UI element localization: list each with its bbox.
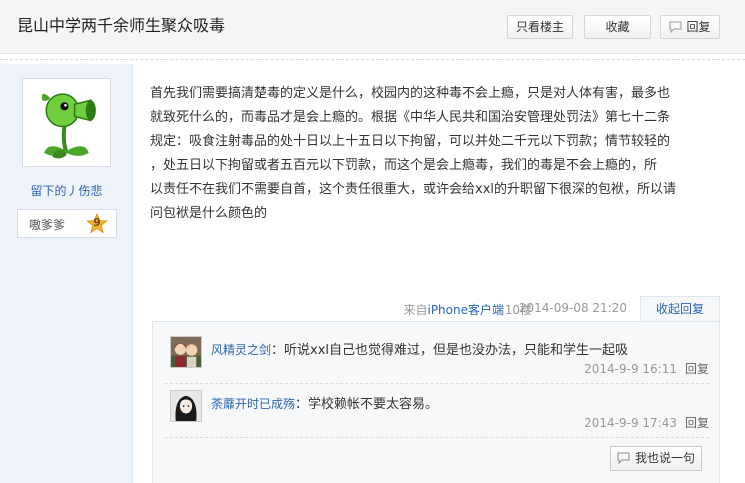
- reply-button-label: 回复: [686, 20, 711, 34]
- speech-bubble-icon: [617, 449, 630, 472]
- reply-button[interactable]: 回复: [660, 15, 720, 39]
- member-badge-label: 嗷爹爹: [29, 218, 66, 232]
- commenter-avatar[interactable]: [170, 390, 202, 422]
- speech-bubble-icon: [669, 18, 682, 40]
- post-tail: 来自iPhone客户端 10楼 2014-09-08 21:20 收起回复: [150, 296, 720, 322]
- level-star-icon: 9: [86, 212, 108, 235]
- post-line: 首先我们需要搞清楚毒的定义是什么，校园内的这种毒不会上瘾，只是对人体有害，最多也: [150, 86, 671, 101]
- comment-colon: ：: [295, 397, 309, 412]
- comment-time: 2014-9-9 17:43: [584, 416, 677, 430]
- post-line: 规定：吸食注射毒品的处十日以上十五日以下拘留，可以并处二千元以下罚款；情节较轻的: [150, 134, 671, 149]
- say-something-label: 我也说一句: [634, 451, 695, 465]
- post-line: 就致死什么的，而毒品才是会上瘾的。根据《中华人民共和国治安管理处罚法》第七十二条: [150, 110, 671, 125]
- anime-characters-avatar-image: [171, 337, 201, 367]
- comment-body: 听说xxl自己也觉得难过，但是也没办法，只能和学生一起吸: [284, 343, 629, 358]
- level-number: 9: [93, 216, 101, 229]
- post-source-prefix: 来自: [403, 303, 428, 317]
- author-panel: 留下的丿伤悲 嗷爹爹 9: [0, 64, 133, 483]
- comment-meta: 2014-9-9 16:11 回复: [584, 360, 709, 377]
- post-line: 问包袱是什么颜色的: [150, 206, 268, 221]
- thread-title: 昆山中学两千余师生聚众吸毒: [17, 16, 226, 35]
- iphone-client-link[interactable]: iPhone客户端: [427, 303, 504, 317]
- comment-item: 荼蘼开时已成殇：学校赖帐不要太容易。 2014-9-9 17:43 回复: [165, 388, 709, 438]
- comment-colon: ：: [271, 343, 285, 358]
- comment-reply-link[interactable]: 回复: [685, 416, 709, 430]
- post-line: ，处五日以下拘留或者五百元以下罚款，而这个是会上瘾毒，我们的毒是不会上瘾的，所: [150, 158, 658, 173]
- post-source: 来自iPhone客户端: [403, 301, 504, 318]
- collapse-replies-button[interactable]: 收起回复: [640, 296, 720, 322]
- commenter-name[interactable]: 荼蘼开时已成殇: [211, 397, 295, 411]
- peashooter-avatar-image: [26, 82, 107, 163]
- only-author-button[interactable]: 只看楼主: [507, 15, 573, 39]
- reply-box: 风精灵之剑：听说xxl自己也觉得难过，但是也没办法，只能和学生一起吸 2014-…: [152, 321, 720, 483]
- post-line: 以责任不在我们不需要自首，这个责任很重大，或许会给xxl的升职留下很深的包袱，所…: [150, 182, 676, 197]
- commenter-name[interactable]: 风精灵之剑: [211, 343, 271, 357]
- comment-text: 荼蘼开时已成殇：学校赖帐不要太容易。: [211, 393, 438, 412]
- post-time: 2014-09-08 21:20: [518, 301, 627, 315]
- comment-meta: 2014-9-9 17:43 回复: [584, 414, 709, 431]
- author-name[interactable]: 留下的丿伤悲: [0, 182, 133, 199]
- comment-time: 2014-9-9 16:11: [584, 362, 677, 376]
- say-something-button[interactable]: 我也说一句: [610, 446, 702, 471]
- member-badge[interactable]: 嗷爹爹 9: [17, 209, 117, 238]
- comment-text: 风精灵之剑：听说xxl自己也觉得难过，但是也没办法，只能和学生一起吸: [211, 339, 628, 358]
- comment-reply-link[interactable]: 回复: [685, 362, 709, 376]
- comment-item: 风精灵之剑：听说xxl自己也觉得难过，但是也没办法，只能和学生一起吸 2014-…: [165, 334, 709, 384]
- thread-header: 昆山中学两千余师生聚众吸毒 只看楼主 收藏 回复: [0, 0, 745, 54]
- comment-body: 学校赖帐不要太容易。: [308, 397, 439, 412]
- divider: [0, 59, 745, 60]
- girl-avatar-image: [171, 391, 201, 421]
- favorite-button[interactable]: 收藏: [584, 15, 651, 39]
- post-content: 首先我们需要搞清楚毒的定义是什么，校园内的这种毒不会上瘾，只是对人体有害，最多也…: [150, 82, 720, 226]
- commenter-avatar[interactable]: [170, 336, 202, 368]
- author-avatar[interactable]: [22, 78, 111, 167]
